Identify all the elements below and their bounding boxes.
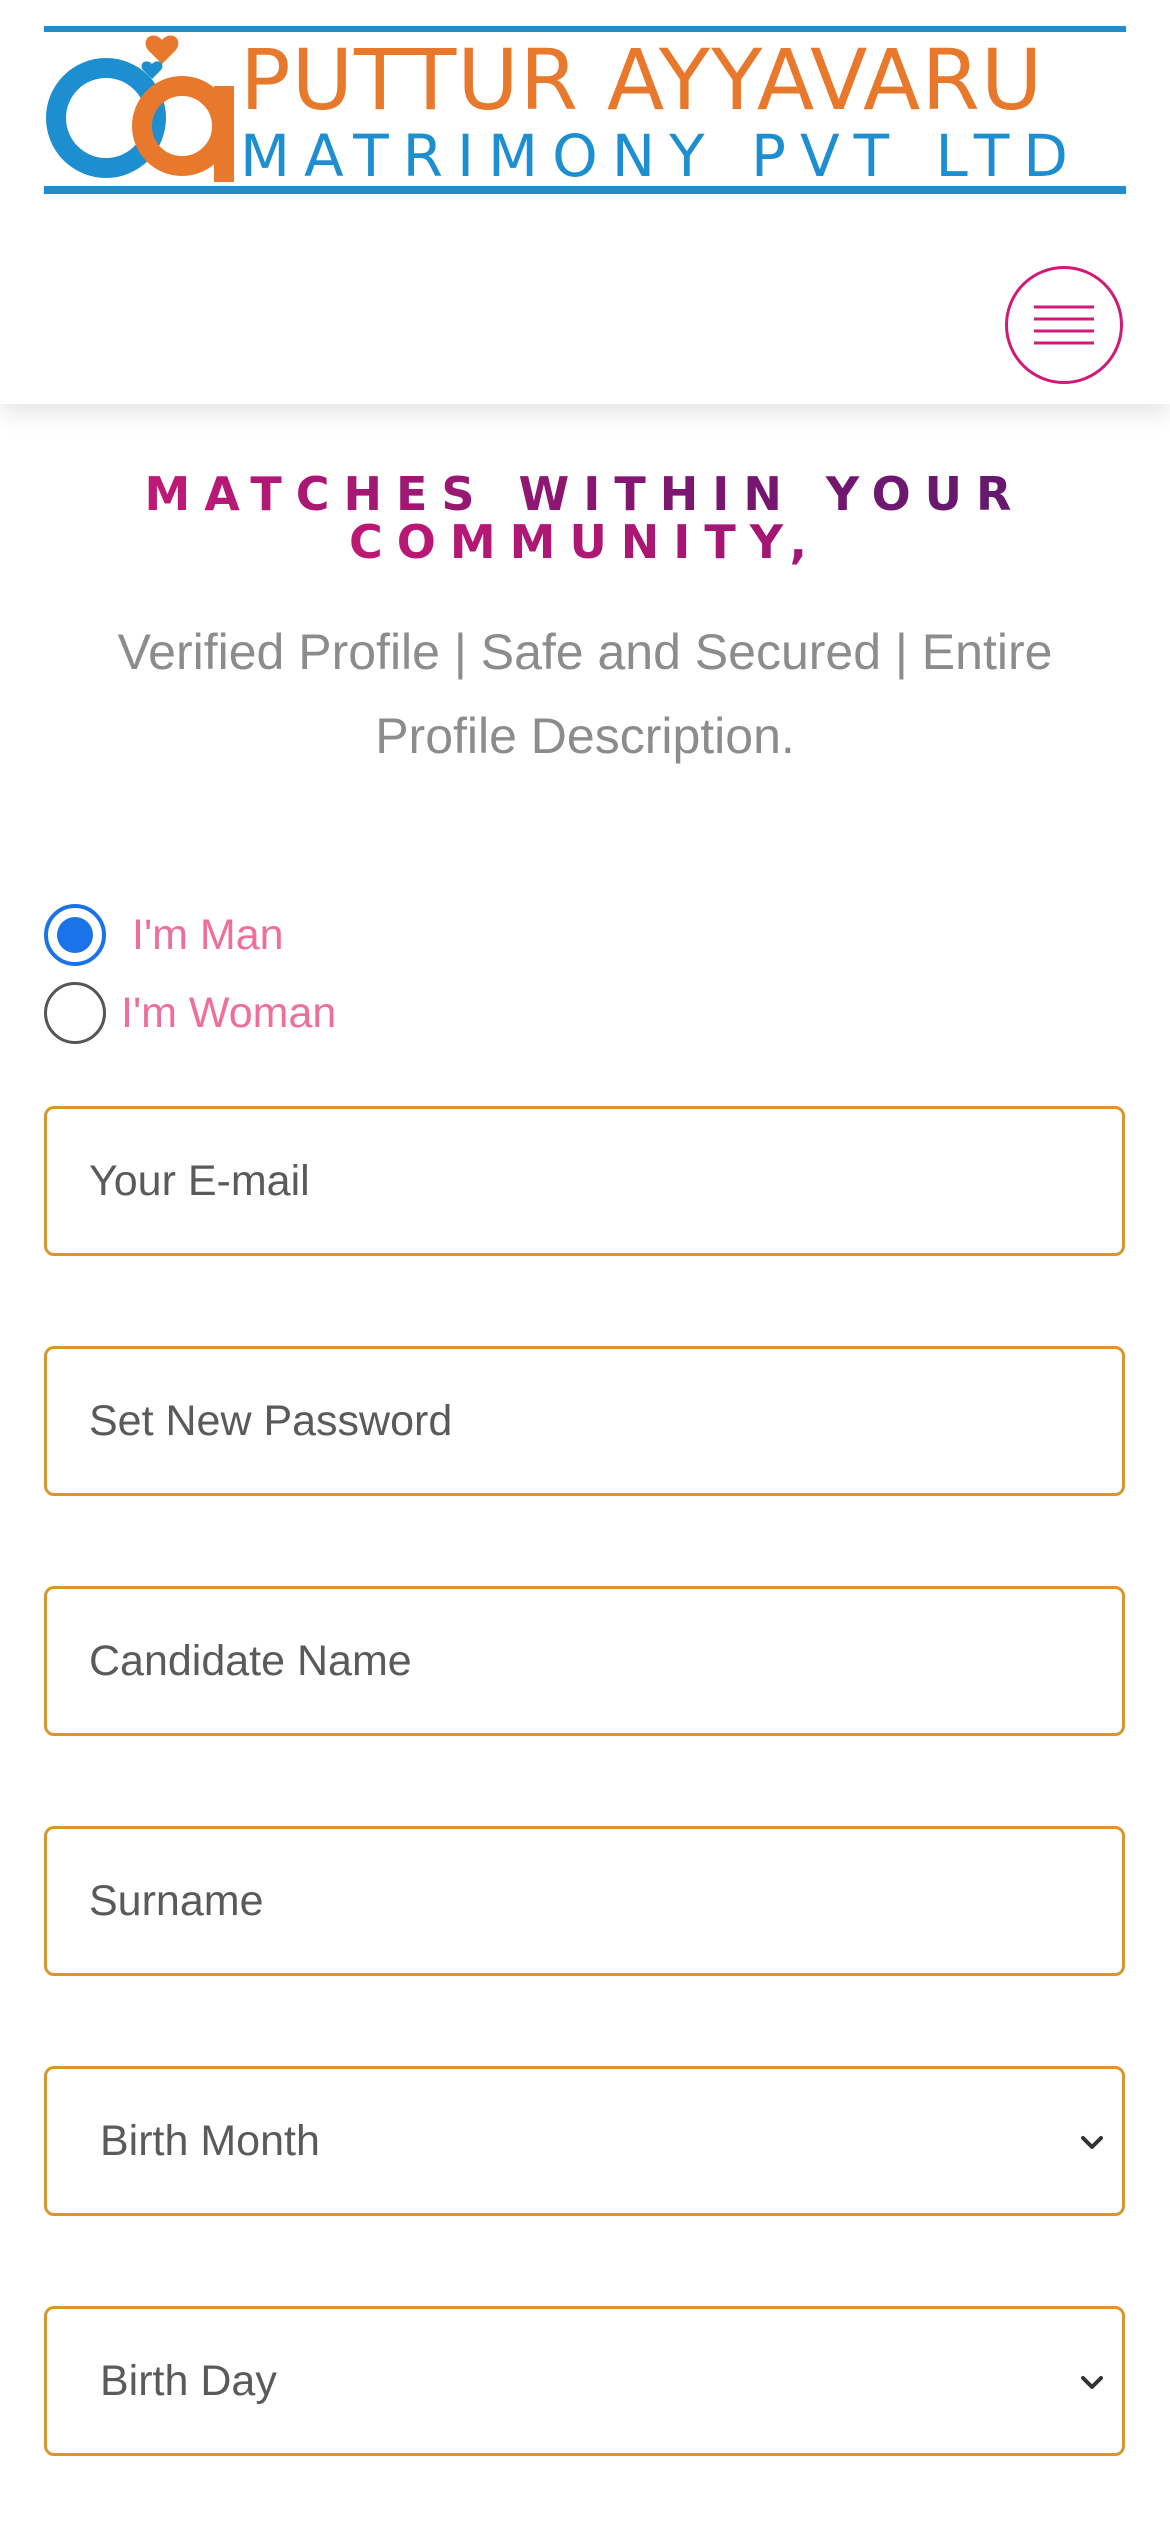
radio-man[interactable] [44,904,106,966]
candidate-name-placeholder: Candidate Name [89,1636,412,1685]
logo-line-2: MATRIMONY PVT LTD [240,122,1082,190]
radio-man-label[interactable]: I'm Man [132,911,284,960]
radio-woman[interactable] [44,982,106,1044]
gender-option-man[interactable]: I'm Man [44,904,284,966]
chevron-down-icon [1081,2376,1103,2389]
email-placeholder: Your E-mail [89,1156,310,1205]
chevron-down-icon [1081,2136,1103,2149]
company-logo[interactable]: PUTTUR AYYAVARU MATRIMONY PVT LTD [44,26,1126,194]
headline-line-1: MATCHES WITHIN YOUR [0,470,1170,518]
hamburger-menu-icon [1034,305,1094,345]
birth-day-value: Birth Day [100,2356,277,2405]
menu-button[interactable] [1005,266,1123,384]
logo-bottom-bar [44,186,1126,194]
radio-woman-label[interactable]: I'm Woman [121,989,336,1038]
rings-logo-icon [46,35,234,182]
birth-month-select[interactable]: Birth Month [44,2066,1125,2216]
password-field[interactable]: Set New Password [44,1346,1125,1496]
email-field[interactable]: Your E-mail [44,1106,1125,1256]
gender-option-woman[interactable]: I'm Woman [44,982,336,1044]
candidate-name-field[interactable]: Candidate Name [44,1586,1125,1736]
birth-month-value: Birth Month [100,2116,320,2165]
password-placeholder: Set New Password [89,1396,453,1445]
hero-subtitle: Verified Profile | Safe and Secured | En… [117,624,1053,764]
logo-line-1: PUTTUR AYYAVARU [240,31,1044,129]
site-header: PUTTUR AYYAVARU MATRIMONY PVT LTD [0,0,1170,404]
birth-day-select[interactable]: Birth Day [44,2306,1125,2456]
surname-field[interactable]: Surname [44,1826,1125,1976]
headline-line-2: COMMUNITY, [0,518,1170,566]
surname-placeholder: Surname [89,1876,264,1925]
hero-headline: MATCHES WITHIN YOUR COMMUNITY, [0,470,1170,566]
